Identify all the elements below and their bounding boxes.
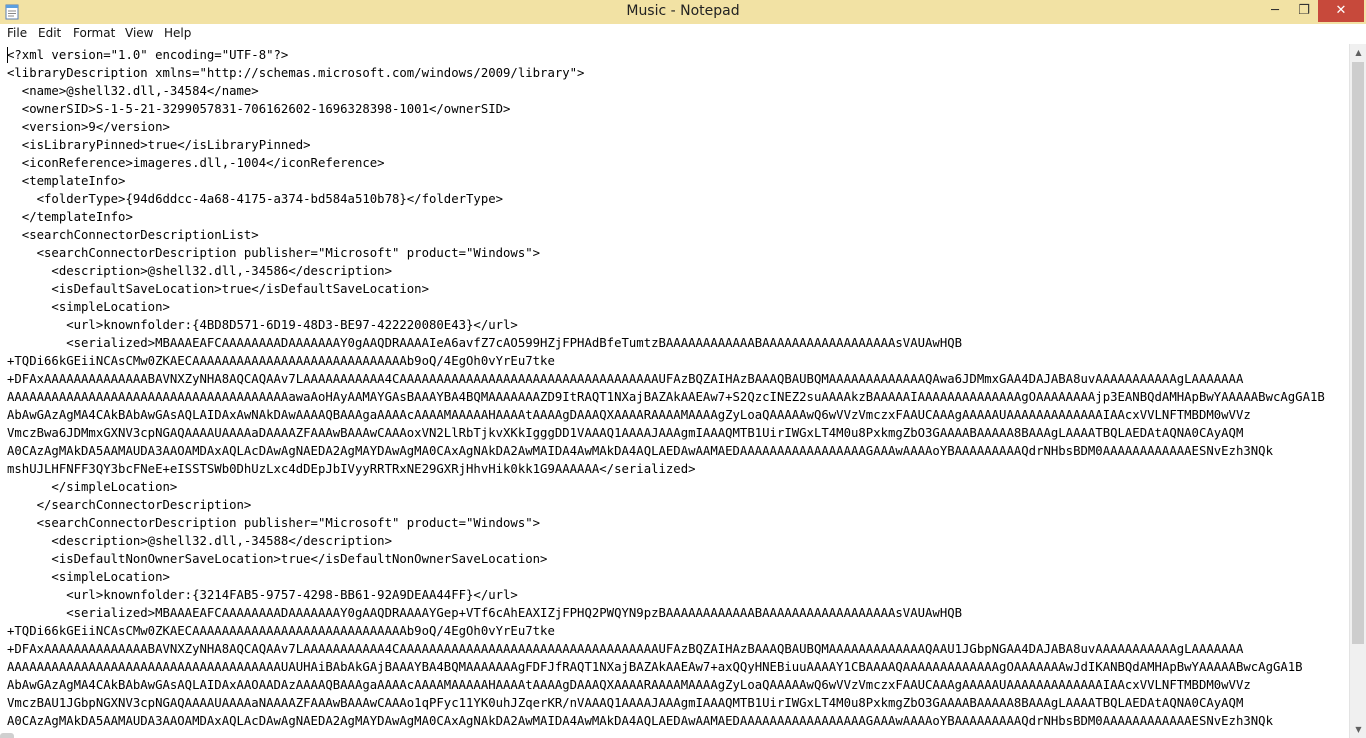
editor-line[interactable]: <searchConnectorDescriptionList>	[7, 226, 1325, 244]
editor-line[interactable]: AbAwGAzAgMA4CAkBAbAwGAsAQLAIDAxAAOAADAzA…	[7, 676, 1325, 694]
menu-edit[interactable]: Edit	[38, 26, 61, 40]
editor-line[interactable]: +TQDi66kGEiiNCAsCMw0ZKAECAAAAAAAAAAAAAAA…	[7, 352, 1325, 370]
editor-line[interactable]: </simpleLocation>	[7, 478, 1325, 496]
editor-line[interactable]: +TQDi66kGEiiNCAsCMw0ZKAECAAAAAAAAAAAAAAA…	[7, 622, 1325, 640]
editor-line[interactable]: mshUJLHFNFF3QY3bcFNeE+eISSTSWb0DhUzLxc4d…	[7, 460, 1325, 478]
minimize-button[interactable]: ─	[1261, 0, 1289, 22]
editor-line[interactable]: A0CAzAgMAkDA5AAMAUDA3AAOAMDAxAQLAcDAwAgN…	[7, 442, 1325, 460]
editor-line[interactable]: <folderType>{94d6ddcc-4a68-4175-a374-bd5…	[7, 190, 1325, 208]
menu-help[interactable]: Help	[164, 26, 191, 40]
editor-line[interactable]: <description>@shell32.dll,-34588</descri…	[7, 532, 1325, 550]
editor-line[interactable]: AAAAAAAAAAAAAAAAAAAAAAAAAAAAAAAAAAAAAUAU…	[7, 658, 1325, 676]
vertical-scrollbar[interactable]: ▲ ▼	[1349, 44, 1366, 738]
menu-bar: File Edit Format View Help	[0, 24, 1366, 44]
editor-line[interactable]: <isLibraryPinned>true</isLibraryPinned>	[7, 136, 1325, 154]
editor-line[interactable]: <searchConnectorDescription publisher="M…	[7, 514, 1325, 532]
editor-line[interactable]: <serialized>MBAAAEAFCAAAAAAAADAAAAAAAY0g…	[7, 334, 1325, 352]
text-caret	[7, 47, 8, 63]
window-title: Music - Notepad	[626, 3, 740, 19]
editor-line[interactable]: AAAAAAAAAAAAAAAAAAAAAAAAAAAAAAAAAAAAAAaw…	[7, 388, 1325, 406]
menu-view[interactable]: View	[125, 26, 153, 40]
editor-line[interactable]: <?xml version="1.0" encoding="UTF-8"?>	[7, 46, 1325, 64]
editor-line[interactable]: +DFAxAAAAAAAAAAAAAABAVNXZyNHA8AQCAQAAv7L…	[7, 370, 1325, 388]
horizontal-scrollbar[interactable]	[0, 733, 14, 738]
editor-line[interactable]: <libraryDescription xmlns="http://schema…	[7, 64, 1325, 82]
title-bar[interactable]: Music - Notepad ─ ❐ ✕	[0, 0, 1366, 25]
editor-line[interactable]: <simpleLocation>	[7, 568, 1325, 586]
editor-line[interactable]: AbAwGAzAgMA4CAkBAbAwGAsAQLAIDAxAwNAkDAwA…	[7, 406, 1325, 424]
restore-button[interactable]: ❐	[1290, 0, 1318, 22]
editor-line[interactable]: <serialized>MBAAAEAFCAAAAAAAADAAAAAAAY0g…	[7, 604, 1325, 622]
editor-line[interactable]: <name>@shell32.dll,-34584</name>	[7, 82, 1325, 100]
scroll-up-arrow-icon[interactable]: ▲	[1350, 44, 1366, 61]
editor-line[interactable]: <url>knownfolder:{4BD8D571-6D19-48D3-BE9…	[7, 316, 1325, 334]
close-button[interactable]: ✕	[1318, 0, 1364, 22]
editor-line[interactable]: <templateInfo>	[7, 172, 1325, 190]
menu-format[interactable]: Format	[73, 26, 115, 40]
editor-line[interactable]: <searchConnectorDescription publisher="M…	[7, 244, 1325, 262]
editor-line[interactable]: VmczBwa6JDMmxGXNV3cpNGAQAAAAUAAAAaDAAAAZ…	[7, 424, 1325, 442]
editor-line[interactable]: <isDefaultNonOwnerSaveLocation>true</isD…	[7, 550, 1325, 568]
editor-line[interactable]: +DFAxAAAAAAAAAAAAAABAVNXZyNHA8AQCAQAAv7L…	[7, 640, 1325, 658]
editor-line[interactable]: <simpleLocation>	[7, 298, 1325, 316]
editor-line[interactable]: <url>knownfolder:{3214FAB5-9757-4298-BB6…	[7, 586, 1325, 604]
scroll-down-arrow-icon[interactable]: ▼	[1350, 721, 1366, 738]
editor-line[interactable]: VmczBAU1JGbpNGXNV3cpNGAQAAAAUAAAAaNAAAAZ…	[7, 694, 1325, 712]
editor-line[interactable]: <isDefaultSaveLocation>true</isDefaultSa…	[7, 280, 1325, 298]
editor-line[interactable]: <version>9</version>	[7, 118, 1325, 136]
editor-line[interactable]: </searchConnectorDescription>	[7, 496, 1325, 514]
editor-line[interactable]: <ownerSID>S-1-5-21-3299057831-706162602-…	[7, 100, 1325, 118]
editor-line[interactable]: <description>@shell32.dll,-34586</descri…	[7, 262, 1325, 280]
menu-file[interactable]: File	[7, 26, 27, 40]
editor-line[interactable]: <iconReference>imageres.dll,-1004</iconR…	[7, 154, 1325, 172]
editor-content[interactable]: <?xml version="1.0" encoding="UTF-8"?> <l…	[7, 46, 1325, 730]
editor-line[interactable]: </templateInfo>	[7, 208, 1325, 226]
editor-line[interactable]: A0CAzAgMAkDA5AAMAUDA3AAOAMDAxAQLAcDAwAgN…	[7, 712, 1325, 730]
scroll-thumb[interactable]	[1352, 62, 1364, 644]
text-editor[interactable]: <?xml version="1.0" encoding="UTF-8"?> <l…	[0, 44, 1349, 738]
